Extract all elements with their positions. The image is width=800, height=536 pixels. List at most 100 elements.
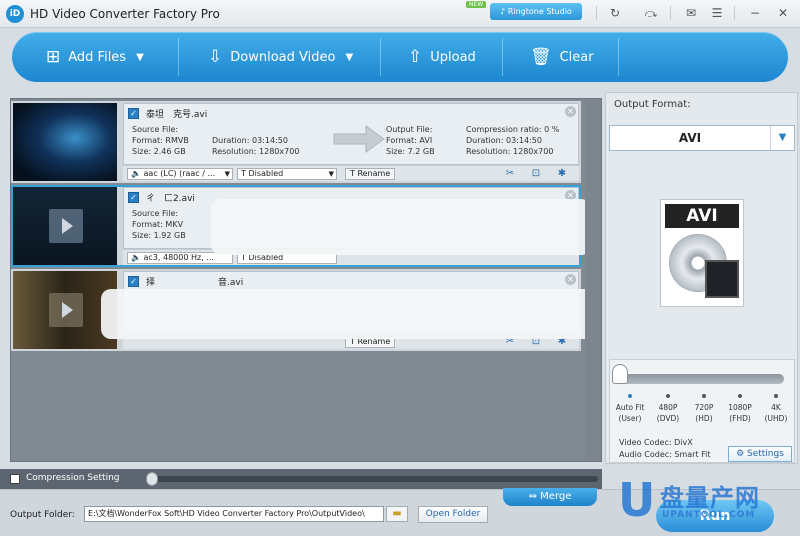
audio-track-value: aac (LC) (raac / ... bbox=[143, 169, 216, 178]
quality-panel: Auto Fit (User) 480P (DVD) 720P (HD) 1080P (… bbox=[609, 359, 795, 463]
quality-label-top: 1080P bbox=[728, 403, 752, 412]
subtitle-select[interactable]: T Disabled ▼ bbox=[237, 168, 337, 180]
file-info-card: ✓ 泰坦 克号.avi ✕ Source File: Format: RMVB … bbox=[123, 103, 579, 165]
divider bbox=[734, 6, 735, 20]
feedback-icon[interactable]: ✉ bbox=[680, 4, 702, 22]
close-icon[interactable]: ✕ bbox=[772, 4, 794, 22]
output-duration: Duration: 03:14:50 bbox=[466, 136, 542, 145]
main-toolbar: ⊞ Add Files ▼ ⇩ Download Video ▼ ⇧ Uploa… bbox=[12, 32, 788, 82]
output-format-label: Output Format: bbox=[614, 99, 691, 110]
remove-icon[interactable]: ✕ bbox=[565, 274, 576, 285]
add-files-label: Add Files bbox=[68, 49, 127, 65]
slider-tick bbox=[774, 394, 778, 398]
audio-track-select[interactable]: 🔈 aac (LC) (raac / ... ▼ bbox=[127, 168, 233, 180]
output-size: Size: 7.2 GB bbox=[386, 147, 435, 156]
list-item[interactable]: ✓ 泰坦 克号.avi ✕ Source File: Format: RMVB … bbox=[11, 101, 581, 183]
chevron-down-icon: ▼ bbox=[328, 170, 334, 178]
watermark-text: 盘量产网 bbox=[660, 484, 760, 512]
rename-button[interactable]: T Rename bbox=[345, 168, 396, 180]
format-value: AVI bbox=[678, 131, 702, 145]
refresh-icon[interactable]: ↻ bbox=[604, 4, 626, 22]
skip-icon[interactable]: ⤼ bbox=[640, 4, 662, 22]
upload-button[interactable]: ⇧ Upload bbox=[408, 32, 476, 82]
redaction-overlay bbox=[101, 289, 601, 339]
output-folder-label: Output Folder: bbox=[10, 510, 75, 520]
source-meta: Duration: 03:14:50 Resolution: 1280x700 bbox=[212, 124, 299, 157]
watermark-letter: U bbox=[618, 473, 656, 527]
compression-checkbox[interactable] bbox=[10, 474, 20, 484]
clear-label: Clear bbox=[559, 49, 594, 65]
watermark-url: UPANTOOL.COM bbox=[662, 510, 756, 520]
app-logo-icon: iD bbox=[6, 5, 24, 23]
add-files-button[interactable]: ⊞ Add Files ▼ bbox=[46, 32, 144, 82]
ringtone-studio-button[interactable]: ♪ Ringtone Studio bbox=[490, 3, 582, 20]
play-icon[interactable] bbox=[49, 209, 83, 243]
vertical-scrollbar[interactable] bbox=[585, 99, 601, 461]
quality-label-auto[interactable]: Auto Fit (User) bbox=[610, 402, 650, 424]
effect-icon[interactable]: ✱ bbox=[555, 168, 569, 179]
open-folder-button[interactable]: Open Folder bbox=[418, 506, 488, 523]
subtitle-value: Disabled bbox=[248, 169, 284, 178]
quality-label-480p[interactable]: 480P (DVD) bbox=[648, 402, 688, 424]
chevron-down-icon[interactable]: ▼ bbox=[770, 126, 794, 150]
remove-icon[interactable]: ✕ bbox=[565, 106, 576, 117]
audio-codec: Audio Codec: Smart Fit bbox=[619, 450, 711, 459]
quality-label-top: 4K bbox=[771, 403, 781, 412]
browse-folder-icon[interactable]: ▬ bbox=[386, 506, 408, 522]
ringtone-studio-label: Ringtone Studio bbox=[507, 7, 572, 16]
output-folder-input[interactable]: E:\文档\WonderFox Soft\HD Video Converter … bbox=[84, 506, 384, 522]
quality-label-bottom: (HD) bbox=[695, 414, 713, 423]
slider-tick bbox=[628, 394, 632, 398]
clear-button[interactable]: 🗑 Clear bbox=[530, 32, 594, 82]
clip-icon[interactable]: ✂ bbox=[503, 168, 517, 179]
quality-label-bottom: (FHD) bbox=[729, 414, 751, 423]
settings-button[interactable]: ⚙ Settings bbox=[728, 446, 792, 462]
output-format-select[interactable]: AVI ▼ bbox=[609, 125, 795, 151]
source-format: Format: RMVB bbox=[132, 136, 189, 145]
source-info: Source File: Format: MKV Size: 1.92 GB bbox=[132, 208, 186, 241]
compression-label: Compression Setting bbox=[26, 473, 120, 483]
quality-label-top: Auto Fit bbox=[615, 403, 645, 412]
compression-slider-handle[interactable] bbox=[146, 472, 158, 486]
chevron-down-icon[interactable]: ▼ bbox=[345, 52, 353, 63]
merge-button[interactable]: ⇔ Merge bbox=[503, 488, 597, 506]
chevron-down-icon[interactable]: ▼ bbox=[136, 52, 144, 63]
source-file-label: Source File: bbox=[132, 125, 179, 134]
source-resolution: Resolution: 1280x700 bbox=[212, 147, 300, 156]
output-file-label: Output File: bbox=[386, 125, 433, 134]
video-thumbnail[interactable] bbox=[13, 187, 117, 265]
divider bbox=[380, 38, 381, 76]
play-icon[interactable] bbox=[49, 293, 83, 327]
rename-label: Rename bbox=[357, 169, 391, 178]
file-name: 择 音.avi bbox=[146, 278, 244, 288]
menu-icon[interactable]: ☰ bbox=[706, 4, 728, 22]
minimize-icon[interactable]: − bbox=[744, 4, 766, 22]
source-size: Size: 1.92 GB bbox=[132, 231, 186, 240]
file-name: 泰坦 克号.avi bbox=[146, 110, 208, 120]
resolution-slider[interactable] bbox=[622, 374, 784, 384]
new-badge: NEW bbox=[466, 1, 487, 8]
merge-label: Merge bbox=[540, 491, 572, 502]
download-video-button[interactable]: ⇩ Download Video ▼ bbox=[208, 32, 353, 82]
crop-icon[interactable]: ⊡ bbox=[529, 168, 543, 179]
source-info: Source File: Format: RMVB Size: 2.46 GB bbox=[132, 124, 189, 157]
output-resolution: Resolution: 1280x700 bbox=[466, 147, 554, 156]
quality-label-top: 480P bbox=[658, 403, 678, 412]
quality-label-4k[interactable]: 4K (UHD) bbox=[756, 402, 796, 424]
slider-tick bbox=[702, 394, 706, 398]
download-icon: ⇩ bbox=[208, 47, 223, 67]
quality-label-1080p[interactable]: 1080P (FHD) bbox=[720, 402, 760, 424]
quality-label-720p[interactable]: 720P (HD) bbox=[684, 402, 724, 424]
item-checkbox[interactable]: ✓ bbox=[128, 108, 139, 119]
video-thumbnail[interactable] bbox=[13, 103, 117, 181]
output-meta: Compression ratio: 0 % Duration: 03:14:5… bbox=[466, 124, 559, 157]
file-name: ㄔ ㄈ2.avi bbox=[146, 194, 195, 204]
item-checkbox[interactable]: ✓ bbox=[128, 192, 139, 203]
compression-slider[interactable] bbox=[146, 472, 598, 486]
item-checkbox[interactable]: ✓ bbox=[128, 276, 139, 287]
resolution-slider-handle[interactable] bbox=[612, 364, 628, 384]
title-bar: iD HD Video Converter Factory Pro NEW ♪ … bbox=[0, 0, 800, 28]
upload-icon: ⇧ bbox=[408, 47, 423, 67]
format-preview[interactable]: AVI bbox=[660, 199, 744, 307]
quality-label-top: 720P bbox=[694, 403, 714, 412]
